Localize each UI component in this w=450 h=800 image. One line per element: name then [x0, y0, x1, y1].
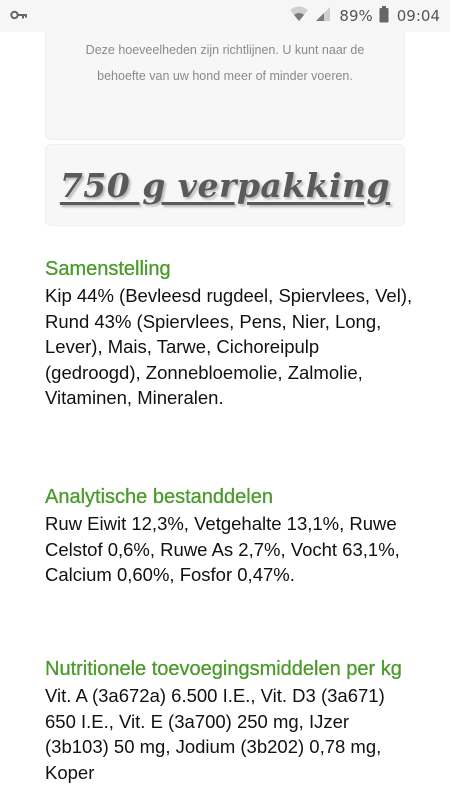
additives-heading: Nutritionele toevoegingsmiddelen per kg	[45, 658, 402, 680]
clock: 09:04	[396, 7, 440, 25]
battery-icon	[379, 5, 389, 27]
package-size-card: 750 g verpakking	[45, 144, 405, 226]
wifi-icon	[289, 6, 309, 26]
analytic-section: Analytische bestanddelen Ruw Eiwit 12,3%…	[45, 484, 415, 588]
composition-text: Kip 44% (Bevleesd rugdeel, Spiervlees, V…	[45, 285, 413, 408]
key-icon	[10, 7, 28, 25]
page-content[interactable]: Deze hoeveelheden zijn richtlijnen. U ku…	[0, 32, 450, 800]
additives-text: Vit. A (3a672a) 6.500 I.E., Vit. D3 (3a6…	[45, 685, 385, 783]
package-size-title: 750 g verpakking	[59, 165, 391, 205]
status-bar: 89% 09:04	[0, 0, 450, 32]
composition-heading: Samenstelling	[45, 258, 171, 280]
battery-percent: 89%	[339, 7, 373, 25]
analytic-text: Ruw Eiwit 12,3%, Vetgehalte 13,1%, Ruwe …	[45, 513, 400, 585]
signal-icon	[315, 6, 331, 26]
composition-section: Samenstelling Kip 44% (Bevleesd rugdeel,…	[45, 256, 415, 411]
feeding-note-card: Deze hoeveelheden zijn richtlijnen. U ku…	[45, 32, 405, 140]
analytic-heading: Analytische bestanddelen	[45, 486, 273, 508]
feeding-note-text: Deze hoeveelheden zijn richtlijnen. U ku…	[85, 43, 365, 83]
additives-section: Nutritionele toevoegingsmiddelen per kg …	[45, 656, 415, 785]
